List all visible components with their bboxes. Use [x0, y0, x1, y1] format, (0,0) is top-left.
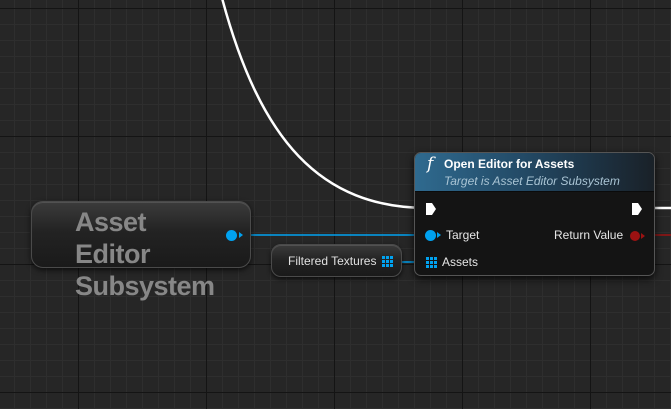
subsystem-output-pin[interactable] — [226, 230, 237, 241]
exec-input-pin-icon[interactable] — [425, 202, 437, 216]
exec-output-pin-icon[interactable] — [631, 202, 643, 216]
function-node-header: f Open Editor for Assets Target is Asset… — [415, 153, 654, 192]
function-node-title: Open Editor for Assets — [444, 157, 575, 171]
target-pin-label: Target — [446, 228, 480, 242]
assets-pin-label: Assets — [442, 255, 479, 269]
asset-editor-subsystem-node[interactable]: Asset Editor Subsystem — [31, 201, 251, 301]
assets-array-pin-icon[interactable] — [426, 257, 437, 268]
subsystem-node-title: Asset Editor Subsystem — [75, 206, 215, 302]
array-pin-icon[interactable] — [382, 256, 393, 267]
return-value-pin-arrow — [641, 233, 645, 239]
subsystem-title-line1: Asset Editor — [75, 207, 151, 269]
filtered-textures-label: Filtered Textures — [288, 254, 377, 268]
return-value-pin-label: Return Value — [554, 228, 624, 242]
exec-wire-in[interactable] — [221, 0, 429, 210]
target-pin-arrow — [437, 232, 441, 238]
return-value-pin[interactable] — [630, 231, 640, 241]
subsystem-output-pin-arrow — [239, 232, 243, 238]
blueprint-graph-canvas[interactable]: Asset Editor Subsystem Filtered Textures… — [0, 0, 671, 409]
function-node-subtitle: Target is Asset Editor Subsystem — [444, 174, 620, 188]
function-icon: f — [427, 154, 434, 174]
target-pin[interactable] — [425, 230, 436, 241]
filtered-textures-variable-node[interactable]: Filtered Textures — [271, 244, 402, 277]
open-editor-for-assets-node[interactable]: f Open Editor for Assets Target is Asset… — [414, 152, 655, 276]
subsystem-title-line2: Subsystem — [75, 271, 215, 301]
